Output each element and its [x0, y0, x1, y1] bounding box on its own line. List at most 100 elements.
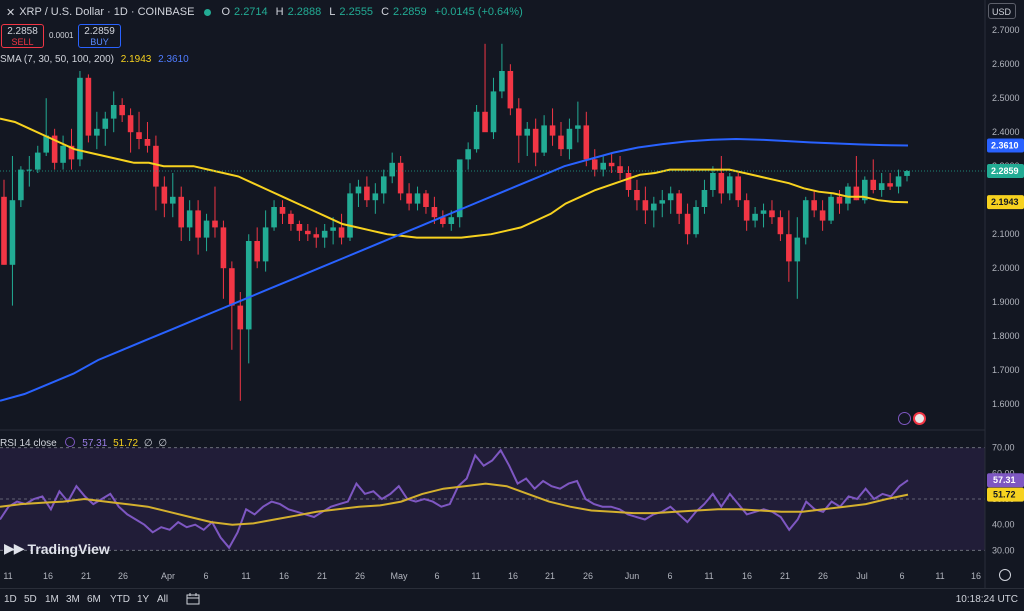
market-status-icon — [204, 8, 212, 16]
candle-body — [186, 210, 193, 228]
candle-body — [119, 105, 125, 116]
brand-name: TradingView — [27, 540, 110, 557]
change-value: +0.0145 (+0.64%) — [434, 6, 523, 18]
close-icon[interactable]: ✕ — [6, 6, 15, 19]
candle-body — [262, 227, 269, 262]
rsi-tick-label: 40.00 — [992, 520, 1015, 530]
flag-icon[interactable] — [913, 412, 926, 425]
candle-body — [710, 173, 716, 190]
buy-price: 2.2859 — [84, 26, 115, 37]
candle-body — [153, 145, 159, 187]
price-tick-label: 2.1000 — [992, 229, 1020, 239]
candle-body — [794, 237, 801, 262]
candle-body — [726, 176, 733, 194]
candle-body — [288, 213, 294, 224]
sell-price: 2.2858 — [7, 26, 38, 37]
rsi-legend[interactable]: RSI 14 close 57.31 51.72 ∅ ∅ — [0, 437, 167, 449]
candle-body — [448, 217, 455, 224]
candle-body — [617, 166, 623, 173]
tv-logo-icon: ▶▶ — [4, 540, 25, 556]
candle-body — [102, 118, 109, 129]
buy-label: BUY — [90, 37, 109, 47]
candle-body — [515, 108, 522, 136]
sma-legend[interactable]: SMA (7, 30, 50, 100, 200) 2.1943 2.3610 — [0, 54, 189, 65]
candle-body — [414, 193, 421, 204]
symbol-header: ✕ XRP / U.S. Dollar · 1D · COINBASE O 2.2… — [6, 4, 527, 20]
candle-body — [34, 152, 41, 170]
rsi-legend-label: RSI 14 close — [0, 438, 57, 449]
candle-body — [203, 220, 210, 238]
x-tick-label: 21 — [81, 571, 91, 581]
candle-body — [490, 91, 497, 133]
candle-body — [321, 230, 328, 238]
rsi-empty-value-2: ∅ — [158, 438, 168, 449]
currency-selector[interactable]: USD — [988, 3, 1016, 19]
candle-body — [110, 105, 117, 119]
candle-body — [541, 125, 547, 153]
range-all[interactable]: All — [157, 594, 168, 605]
x-tick-label: 16 — [971, 571, 981, 581]
sell-label: SELL — [11, 37, 34, 47]
candle-body — [786, 234, 792, 262]
x-tick-label: 16 — [279, 571, 289, 581]
x-tick-label: 26 — [355, 571, 365, 581]
range-1y[interactable]: 1Y — [137, 594, 149, 605]
rsi-axis-label: 51.72 — [993, 490, 1016, 500]
candle-body — [777, 217, 784, 235]
candle-body — [583, 125, 590, 160]
symbol-title[interactable]: XRP / U.S. Dollar · 1D · COINBASE — [19, 6, 194, 18]
tradingview-logo: ▶▶ TradingView — [4, 540, 110, 557]
candle-body — [423, 193, 429, 207]
x-tick-label: 26 — [583, 571, 593, 581]
candle-body — [220, 227, 227, 269]
calendar-icon[interactable] — [186, 593, 200, 605]
candle-body — [642, 200, 649, 211]
low-value: 2.2555 — [339, 6, 374, 18]
sma-legend-label: SMA (7, 30, 50, 100, 200) — [0, 54, 114, 65]
buy-button[interactable]: 2.2859 BUY — [78, 24, 121, 48]
candle-body — [355, 186, 362, 194]
low-label: L — [329, 6, 336, 18]
candle-body — [406, 193, 412, 204]
range-1d[interactable]: 1D — [4, 594, 17, 605]
candle-body — [558, 135, 564, 150]
candle-body — [752, 213, 758, 221]
open-value: 2.2714 — [234, 6, 268, 18]
range-ytd[interactable]: YTD — [110, 594, 130, 605]
candle-body — [347, 193, 353, 238]
gear-icon[interactable] — [999, 569, 1011, 581]
price-tick-label: 2.7000 — [992, 25, 1020, 35]
lightning-icon[interactable] — [898, 412, 911, 425]
candle-body — [549, 125, 556, 136]
candle-body — [338, 227, 345, 238]
candle-body — [397, 162, 404, 194]
range-1m[interactable]: 1M — [45, 594, 59, 605]
range-6m[interactable]: 6M — [87, 594, 101, 605]
x-tick-label: May — [390, 571, 408, 581]
close-value: 2.2859 — [393, 6, 427, 18]
x-tick-label: Jul — [856, 571, 868, 581]
range-3m[interactable]: 3M — [66, 594, 80, 605]
close-label: C — [381, 6, 390, 18]
price-axis-label: 2.1943 — [991, 197, 1019, 207]
price-tick-label: 2.5000 — [992, 93, 1020, 103]
candle-body — [431, 207, 438, 218]
candle-body — [836, 196, 843, 204]
candle-body — [608, 162, 615, 167]
alerts-area — [898, 412, 926, 425]
range-5d[interactable]: 5D — [24, 594, 37, 605]
visibility-icon[interactable] — [65, 437, 76, 447]
x-tick-label: 21 — [317, 571, 327, 581]
candle-body — [195, 210, 201, 238]
candle-body — [819, 210, 826, 221]
price-chart[interactable]: 2.70002.60002.50002.40002.30002.20002.10… — [0, 0, 1024, 610]
candle-body — [85, 77, 92, 136]
candle-body — [693, 207, 699, 235]
rsi-tick-label: 30.00 — [992, 545, 1015, 555]
x-tick-label: 11 — [3, 571, 12, 581]
candle-body — [77, 77, 83, 160]
sell-button[interactable]: 2.2858 SELL — [1, 24, 44, 48]
candle-body — [1, 196, 7, 265]
candle-body — [802, 200, 809, 238]
price-tick-label: 1.8000 — [992, 331, 1020, 341]
